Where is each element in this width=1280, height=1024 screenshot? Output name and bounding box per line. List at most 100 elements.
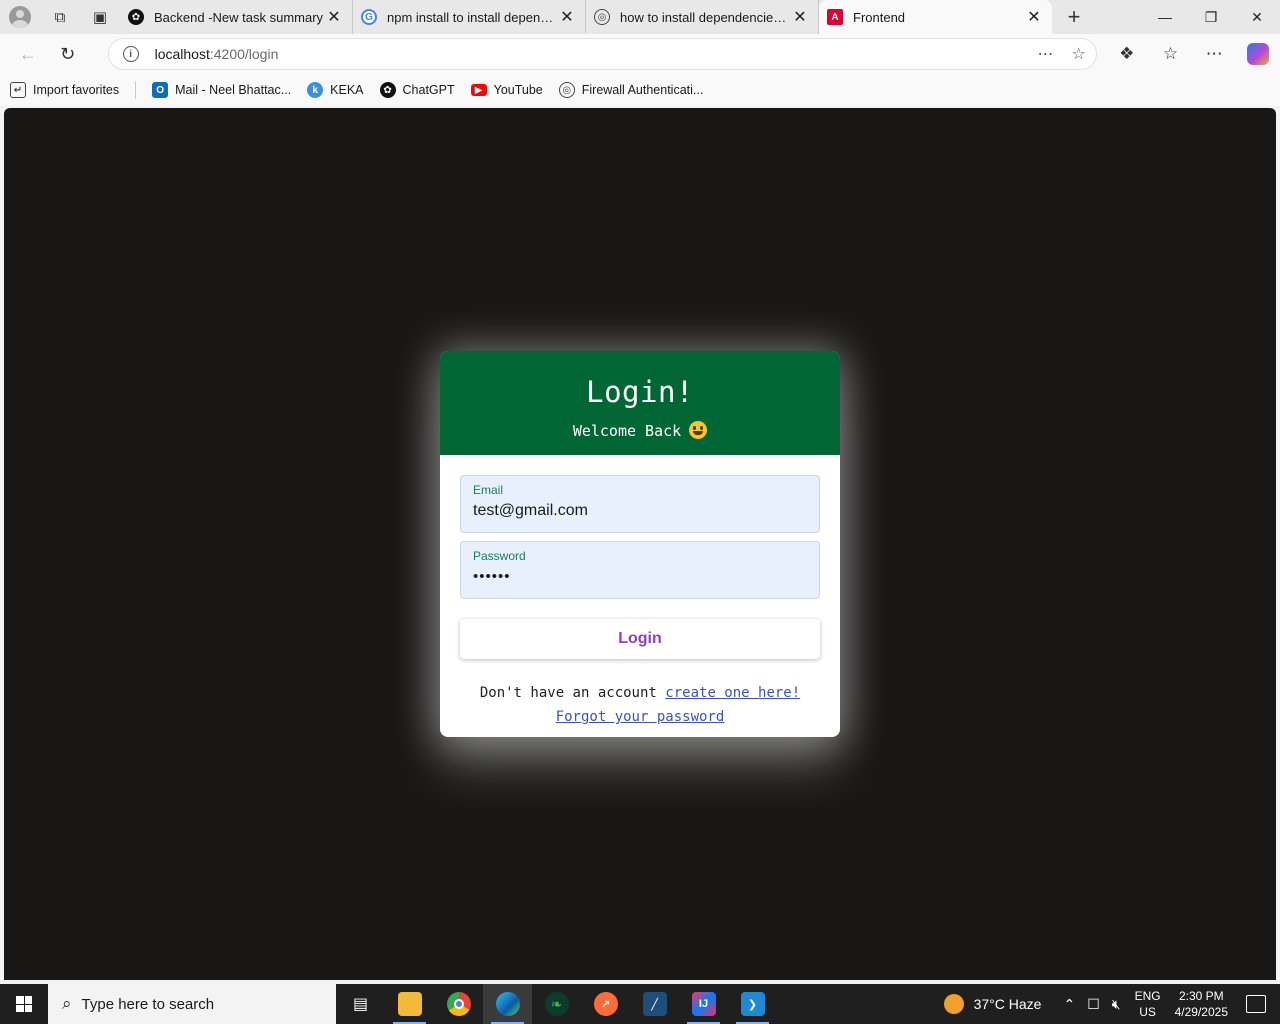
reading-options-icon[interactable]: ⋯ [1038, 44, 1054, 64]
import-icon: ↵ [10, 82, 26, 98]
bookmark-import-favorites[interactable]: ↵ Import favorites [10, 82, 119, 98]
refresh-icon[interactable]: ↻ [48, 34, 88, 74]
chrome-icon [446, 992, 471, 1016]
close-tab-icon[interactable]: ✕ [324, 7, 344, 27]
keyboard-layout: US [1139, 1005, 1156, 1019]
language-code: ENG [1134, 989, 1161, 1003]
more-menu-icon[interactable]: ⋯ [1192, 34, 1236, 74]
google-icon: G [361, 9, 377, 25]
email-field[interactable]: Email test@gmail.com [460, 475, 820, 533]
bookmark-mail[interactable]: O Mail - Neel Bhattac... [152, 82, 291, 98]
bookmark-chatgpt[interactable]: ✿ ChatGPT [379, 82, 455, 98]
taskbar-postman[interactable]: ↗ [581, 984, 630, 1024]
browser-toolbar: ← ↻ i localhost:4200/login ⋯ ☆ ❖ ☆ ⋯ [0, 34, 1280, 74]
taskbar-file-explorer[interactable] [385, 984, 434, 1024]
forgot-password-link[interactable]: Forgot your password [556, 709, 725, 725]
password-label: Password [473, 549, 526, 563]
no-account-text: Don't have an account [479, 685, 657, 701]
tab-title: Frontend [853, 9, 906, 25]
browser-tab-strip: ⧉ ▣ ✿ Backend -New task summary ✕ G npm … [0, 0, 1280, 34]
taskbar-edge[interactable] [483, 984, 532, 1024]
outlook-icon: O [152, 82, 169, 98]
email-input[interactable]: test@gmail.com [473, 502, 807, 520]
bookmark-firewall[interactable]: ◎ Firewall Authenticati... [558, 82, 704, 98]
profile-button[interactable] [0, 0, 40, 34]
postman-icon: ↗ [593, 992, 618, 1016]
clock-time: 2:30 PM [1178, 989, 1224, 1003]
bookmark-label: Import favorites [33, 83, 120, 97]
bookmark-label: Firewall Authenticati... [581, 83, 704, 97]
extensions-icon[interactable]: ❖ [1105, 34, 1149, 74]
copilot-icon [1247, 43, 1270, 65]
tab-frontend[interactable]: A Frontend ✕ [819, 0, 1052, 34]
bookmark-label: YouTube [493, 83, 543, 97]
show-hidden-icons-chevron-icon[interactable]: ⌃ [1063, 996, 1075, 1013]
workspaces-icon[interactable]: ⧉ [40, 0, 80, 34]
back-arrow-icon[interactable]: ← [8, 34, 48, 74]
bookmark-youtube[interactable]: ▶ YouTube [470, 83, 543, 97]
mysql-workbench-icon: ╱ [642, 992, 667, 1016]
task-view-button[interactable]: ▤ [336, 984, 385, 1024]
globe-icon: ◎ [558, 82, 575, 98]
login-form: Email test@gmail.com Password •••••• Log… [440, 455, 840, 729]
taskbar-clock[interactable]: 2:30 PM 4/29/2025 [1175, 988, 1228, 1020]
windows-logo-icon [16, 996, 32, 1012]
taskbar-workbench[interactable]: ╱ [630, 984, 679, 1024]
chatgpt-icon: ✿ [128, 9, 144, 25]
site-info-icon[interactable]: i [122, 46, 139, 62]
volume-muted-icon[interactable]: 🔇︎ [1112, 996, 1121, 1013]
language-indicator[interactable]: ENG US [1135, 988, 1161, 1020]
keka-icon: k [307, 82, 324, 98]
chatgpt-icon: ✿ [379, 82, 396, 98]
close-tab-icon[interactable]: ✕ [790, 7, 810, 27]
taskbar-chrome[interactable] [434, 984, 483, 1024]
taskbar-mongodb[interactable]: ❧ [532, 984, 581, 1024]
weather-haze-icon [943, 994, 964, 1014]
auth-links: Don't have an account create one here! F… [460, 681, 820, 729]
email-label: Email [473, 483, 504, 497]
file-explorer-icon [397, 992, 422, 1016]
close-tab-icon[interactable]: ✕ [1024, 7, 1044, 27]
network-icon[interactable]: ☐ [1087, 996, 1100, 1013]
tab-title: Backend -New task summary [154, 9, 324, 25]
new-tab-icon[interactable]: + [1052, 4, 1096, 30]
profile-avatar-icon [9, 6, 31, 28]
notifications-icon[interactable] [1246, 995, 1266, 1013]
search-placeholder: Type here to search [81, 995, 215, 1013]
close-window-icon[interactable]: ✕ [1234, 9, 1280, 26]
window-controls: — ❐ ✕ [1142, 9, 1280, 26]
url-host: localhost [154, 46, 210, 62]
favorite-star-icon[interactable]: ☆ [1072, 44, 1086, 64]
minimize-icon[interactable]: — [1142, 9, 1188, 26]
tab-backend[interactable]: ✿ Backend -New task summary ✕ [120, 0, 353, 34]
youtube-icon: ▶ [470, 84, 487, 96]
taskbar-search[interactable]: ⌕ Type here to search [48, 984, 336, 1024]
address-bar[interactable]: i localhost:4200/login ⋯ ☆ [107, 38, 1097, 70]
tab-actions-icon[interactable]: ▣ [80, 0, 120, 34]
intellij-icon: IJ [691, 992, 716, 1016]
task-view-icon: ▤ [352, 996, 369, 1013]
password-input[interactable]: •••••• [473, 568, 807, 585]
copilot-button[interactable] [1236, 34, 1280, 74]
taskbar-vscode[interactable]: ❯ [728, 984, 777, 1024]
login-header: Login! Welcome Back [440, 351, 840, 455]
tab-title: how to install dependencies for jest [620, 9, 790, 25]
login-button[interactable]: Login [460, 619, 820, 659]
weather-widget[interactable]: 4 37°C Haze [943, 994, 1042, 1014]
taskbar-intellij[interactable]: IJ [679, 984, 728, 1024]
weather-text: 37°C Haze [973, 996, 1042, 1012]
close-tab-icon[interactable]: ✕ [557, 7, 577, 27]
bookmarks-bar: ↵ Import favorites O Mail - Neel Bhattac… [0, 74, 1280, 106]
create-account-link[interactable]: create one here! [665, 685, 800, 701]
tab-title: npm install to install dependencies [387, 9, 557, 25]
search-icon: ⌕ [62, 994, 72, 1013]
password-field[interactable]: Password •••••• [460, 541, 820, 599]
bookmark-keka[interactable]: k KEKA [307, 82, 364, 98]
favorites-icon[interactable]: ☆ [1149, 34, 1193, 74]
tab-npm-install[interactable]: G npm install to install dependencies ✕ [353, 0, 586, 34]
vscode-icon: ❯ [740, 992, 765, 1016]
restore-icon[interactable]: ❐ [1188, 9, 1234, 26]
tab-jest-dependencies[interactable]: ◎ how to install dependencies for jest ✕ [586, 0, 819, 34]
login-card: Login! Welcome Back Email test@gmail.com… [440, 351, 840, 737]
start-button[interactable] [0, 984, 48, 1024]
